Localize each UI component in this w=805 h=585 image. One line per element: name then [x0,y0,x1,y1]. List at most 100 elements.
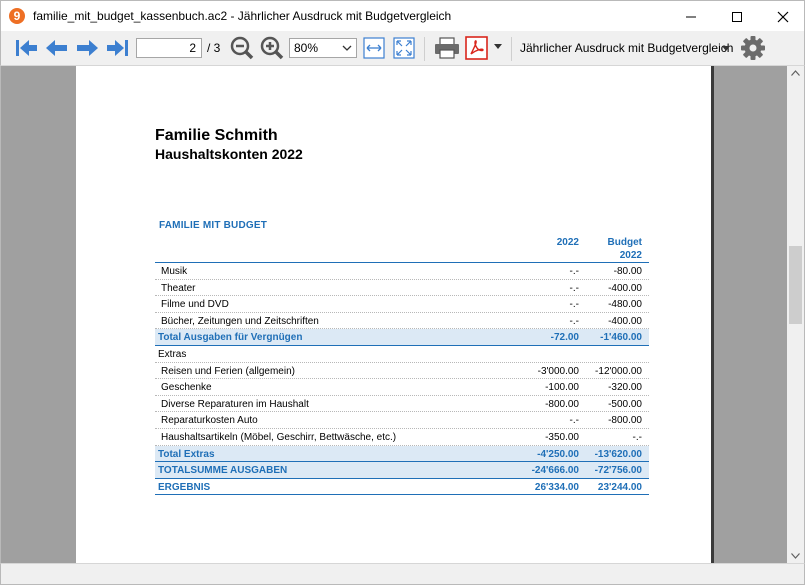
zoom-in-icon [260,36,284,60]
row-value-2022: -4'250.00 [537,448,579,460]
table-row: Theater -.- -400.00 [155,280,649,297]
row-value-2022: -24'666.00 [531,465,579,477]
minimize-icon [686,16,696,18]
table-row: Musik -.- -80.00 [155,263,649,280]
row-label: Filme und DVD [161,299,229,311]
previous-page-button[interactable] [43,36,69,60]
table-row: Bücher, Zeitungen und Zeitschriften -.- -4… [155,313,649,330]
arrow-last-icon [107,40,128,56]
minimize-button[interactable] [668,1,714,32]
column-header-budget-year: 2022 [619,250,642,261]
row-value-2022: -.- [569,282,579,294]
zoom-out-button[interactable] [229,36,255,60]
table-row: Reisen und Ferien (allgemein) -3'000.00 -1… [155,363,649,380]
arrow-first-icon [16,40,37,56]
row-label: Bücher, Zeitungen und Zeitschriften [161,315,319,327]
row-label: Reisen und Ferien (allgemein) [161,365,295,377]
row-label: Total Ausgaben für Vergnügen [158,332,303,344]
column-header-2022: 2022 [556,237,579,248]
export-menu-button[interactable] [493,43,503,67]
print-button[interactable] [433,36,461,60]
row-label: Theater [161,282,196,294]
pdf-icon [465,36,488,60]
row-value-budget: -400.00 [608,282,642,294]
arrow-next-icon [77,40,98,56]
row-value-2022: -3'000.00 [537,365,579,377]
vertical-scrollbar[interactable] [787,66,804,563]
row-value-budget: -12'000.00 [595,365,642,377]
row-value-budget: -400.00 [608,315,642,327]
row-value-2022: 26'334.00 [534,481,579,493]
row-value-budget: -480.00 [608,299,642,311]
settings-button[interactable] [740,36,766,60]
row-value-budget: -13'620.00 [594,448,642,460]
toolbar: 2 / 3 80% Jährlicher Ausdruck mit Budget… [0,31,805,66]
app-logo-icon: 9 [9,8,25,24]
row-label: TOTALSUMME AUSGABEN [158,465,288,477]
result-row: ERGEBNIS 26'334.00 23'244.00 [155,478,649,496]
toolbar-separator [511,37,512,61]
row-value-budget: -800.00 [608,415,642,427]
first-page-button[interactable] [13,36,39,60]
row-label: Musik [161,266,188,277]
page-number-input[interactable]: 2 [136,38,202,58]
fit-page-button[interactable] [392,36,416,60]
table-row: Diverse Reparaturen im Haushalt -800.00 -5… [155,396,649,413]
row-label: Haushaltsartikeln (Möbel, Geschirr, Bett… [161,431,397,443]
row-value-budget: -80.00 [613,266,642,277]
row-value-2022: -72.00 [550,332,579,344]
zoom-select[interactable]: 80% [289,38,357,58]
row-value-2022: -.- [569,415,579,427]
fit-page-icon [393,37,415,59]
scroll-up-icon[interactable] [791,70,800,76]
row-value-2022: -.- [569,299,579,311]
row-value-2022: -350.00 [545,431,579,443]
table-row: Geschenke -100.00 -320.00 [155,379,649,396]
maximize-icon [732,12,742,22]
row-label: Total Extras [158,448,215,460]
next-page-button[interactable] [75,36,101,60]
zoom-out-icon [230,36,254,60]
total-row: Total Ausgaben für Vergnügen -72.00 -1'460… [155,329,649,346]
row-value-budget: -72'756.00 [594,465,642,477]
section-title: FAMILIE MIT BUDGET [159,220,268,231]
scroll-down-icon[interactable] [791,553,800,559]
table-row: Filme und DVD -.- -480.00 [155,296,649,313]
row-value-budget: 23'244.00 [597,481,642,493]
group-row: Extras [155,346,649,363]
row-value-budget: -500.00 [608,398,642,410]
scrollbar-thumb[interactable] [789,246,802,324]
toolbar-separator [424,37,425,61]
status-bar [0,563,805,585]
row-label: Reparaturkosten Auto [161,415,258,427]
row-value-budget: -320.00 [608,382,642,394]
row-value-2022: -100.00 [545,382,579,394]
total-row: Total Extras -4'250.00 -13'620.00 [155,445,649,463]
title-bar: 9 familie_mit_budget_kassenbuch.ac2 - Jä… [0,0,805,31]
table-row: Haushaltsartikeln (Möbel, Geschirr, Bett… [155,429,649,446]
page-total-label: / 3 [207,41,221,55]
maximize-button[interactable] [714,1,760,32]
row-label: Extras [158,348,187,360]
row-value-budget: -1'460.00 [600,332,642,344]
printer-icon [435,37,459,59]
report-select[interactable]: Jährlicher Ausdruck mit Budgetvergleich [520,41,733,55]
row-value-2022: -.- [569,266,579,277]
row-value-2022: -800.00 [545,398,579,410]
column-header-budget: Budget [607,237,642,248]
report-subtitle: Haushaltskonten 2022 [155,146,303,162]
zoom-in-button[interactable] [259,36,285,60]
fit-width-button[interactable] [362,36,386,60]
document-viewport[interactable]: Familie Schmith Haushaltskonten 2022 FAM… [0,66,805,563]
last-page-button[interactable] [105,36,131,60]
report-table: Musik -.- -80.00 Theater -.- -400.00 Filme und… [155,263,649,496]
window-title: familie_mit_budget_kassenbuch.ac2 - Jähr… [33,9,452,23]
arrow-prev-icon [46,40,67,56]
export-pdf-button[interactable] [464,36,490,60]
close-button[interactable] [760,1,805,32]
zoom-value: 80% [294,41,319,55]
close-icon [777,11,789,23]
gear-icon [741,36,765,60]
report-dropdown-arrow-icon[interactable] [721,45,731,53]
row-label: Diverse Reparaturen im Haushalt [161,398,309,410]
